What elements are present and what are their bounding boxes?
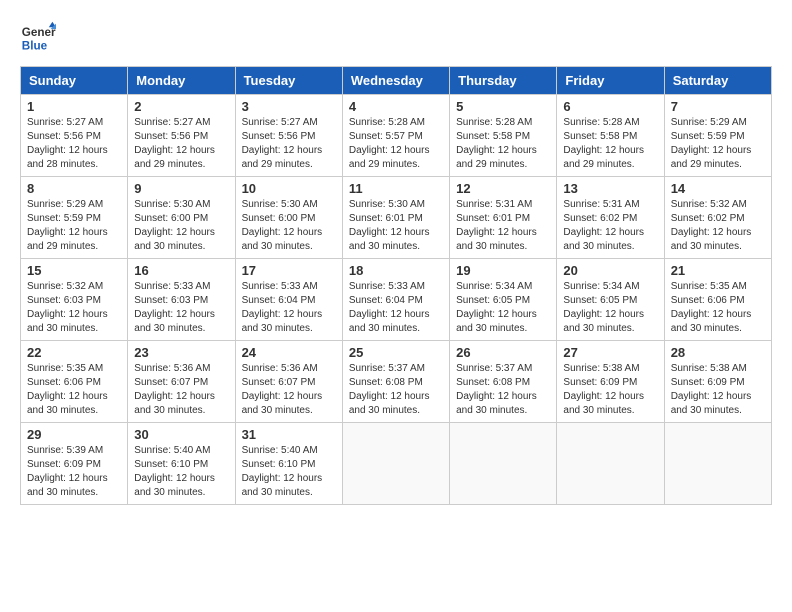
table-row: 30Sunrise: 5:40 AMSunset: 6:10 PMDayligh…	[128, 423, 235, 505]
calendar-body: 1Sunrise: 5:27 AMSunset: 5:56 PMDaylight…	[21, 95, 772, 505]
calendar-week-1: 1Sunrise: 5:27 AMSunset: 5:56 PMDaylight…	[21, 95, 772, 177]
table-row: 31Sunrise: 5:40 AMSunset: 6:10 PMDayligh…	[235, 423, 342, 505]
header-wednesday: Wednesday	[342, 67, 449, 95]
calendar-table: SundayMondayTuesdayWednesdayThursdayFrid…	[20, 66, 772, 505]
table-row: 12Sunrise: 5:31 AMSunset: 6:01 PMDayligh…	[450, 177, 557, 259]
table-row	[664, 423, 771, 505]
table-row: 22Sunrise: 5:35 AMSunset: 6:06 PMDayligh…	[21, 341, 128, 423]
table-row: 21Sunrise: 5:35 AMSunset: 6:06 PMDayligh…	[664, 259, 771, 341]
table-row: 6Sunrise: 5:28 AMSunset: 5:58 PMDaylight…	[557, 95, 664, 177]
table-row: 26Sunrise: 5:37 AMSunset: 6:08 PMDayligh…	[450, 341, 557, 423]
header-thursday: Thursday	[450, 67, 557, 95]
calendar-header-row: SundayMondayTuesdayWednesdayThursdayFrid…	[21, 67, 772, 95]
table-row: 27Sunrise: 5:38 AMSunset: 6:09 PMDayligh…	[557, 341, 664, 423]
table-row: 23Sunrise: 5:36 AMSunset: 6:07 PMDayligh…	[128, 341, 235, 423]
calendar-week-5: 29Sunrise: 5:39 AMSunset: 6:09 PMDayligh…	[21, 423, 772, 505]
calendar-week-4: 22Sunrise: 5:35 AMSunset: 6:06 PMDayligh…	[21, 341, 772, 423]
table-row: 17Sunrise: 5:33 AMSunset: 6:04 PMDayligh…	[235, 259, 342, 341]
table-row: 11Sunrise: 5:30 AMSunset: 6:01 PMDayligh…	[342, 177, 449, 259]
table-row: 19Sunrise: 5:34 AMSunset: 6:05 PMDayligh…	[450, 259, 557, 341]
svg-text:Blue: Blue	[22, 40, 48, 53]
table-row: 14Sunrise: 5:32 AMSunset: 6:02 PMDayligh…	[664, 177, 771, 259]
table-row: 25Sunrise: 5:37 AMSunset: 6:08 PMDayligh…	[342, 341, 449, 423]
table-row: 16Sunrise: 5:33 AMSunset: 6:03 PMDayligh…	[128, 259, 235, 341]
table-row: 7Sunrise: 5:29 AMSunset: 5:59 PMDaylight…	[664, 95, 771, 177]
table-row: 5Sunrise: 5:28 AMSunset: 5:58 PMDaylight…	[450, 95, 557, 177]
table-row: 28Sunrise: 5:38 AMSunset: 6:09 PMDayligh…	[664, 341, 771, 423]
table-row: 29Sunrise: 5:39 AMSunset: 6:09 PMDayligh…	[21, 423, 128, 505]
table-row: 24Sunrise: 5:36 AMSunset: 6:07 PMDayligh…	[235, 341, 342, 423]
page-header: General Blue	[20, 20, 772, 56]
table-row: 10Sunrise: 5:30 AMSunset: 6:00 PMDayligh…	[235, 177, 342, 259]
header-tuesday: Tuesday	[235, 67, 342, 95]
table-row: 3Sunrise: 5:27 AMSunset: 5:56 PMDaylight…	[235, 95, 342, 177]
header-friday: Friday	[557, 67, 664, 95]
table-row	[450, 423, 557, 505]
table-row: 2Sunrise: 5:27 AMSunset: 5:56 PMDaylight…	[128, 95, 235, 177]
table-row: 13Sunrise: 5:31 AMSunset: 6:02 PMDayligh…	[557, 177, 664, 259]
svg-text:General: General	[22, 26, 56, 39]
header-monday: Monday	[128, 67, 235, 95]
table-row: 8Sunrise: 5:29 AMSunset: 5:59 PMDaylight…	[21, 177, 128, 259]
table-row: 15Sunrise: 5:32 AMSunset: 6:03 PMDayligh…	[21, 259, 128, 341]
table-row: 18Sunrise: 5:33 AMSunset: 6:04 PMDayligh…	[342, 259, 449, 341]
header-saturday: Saturday	[664, 67, 771, 95]
calendar-week-2: 8Sunrise: 5:29 AMSunset: 5:59 PMDaylight…	[21, 177, 772, 259]
table-row: 20Sunrise: 5:34 AMSunset: 6:05 PMDayligh…	[557, 259, 664, 341]
logo: General Blue	[20, 20, 56, 56]
table-row	[557, 423, 664, 505]
table-row: 4Sunrise: 5:28 AMSunset: 5:57 PMDaylight…	[342, 95, 449, 177]
logo-icon: General Blue	[20, 20, 56, 56]
header-sunday: Sunday	[21, 67, 128, 95]
table-row: 9Sunrise: 5:30 AMSunset: 6:00 PMDaylight…	[128, 177, 235, 259]
table-row: 1Sunrise: 5:27 AMSunset: 5:56 PMDaylight…	[21, 95, 128, 177]
table-row	[342, 423, 449, 505]
calendar-week-3: 15Sunrise: 5:32 AMSunset: 6:03 PMDayligh…	[21, 259, 772, 341]
